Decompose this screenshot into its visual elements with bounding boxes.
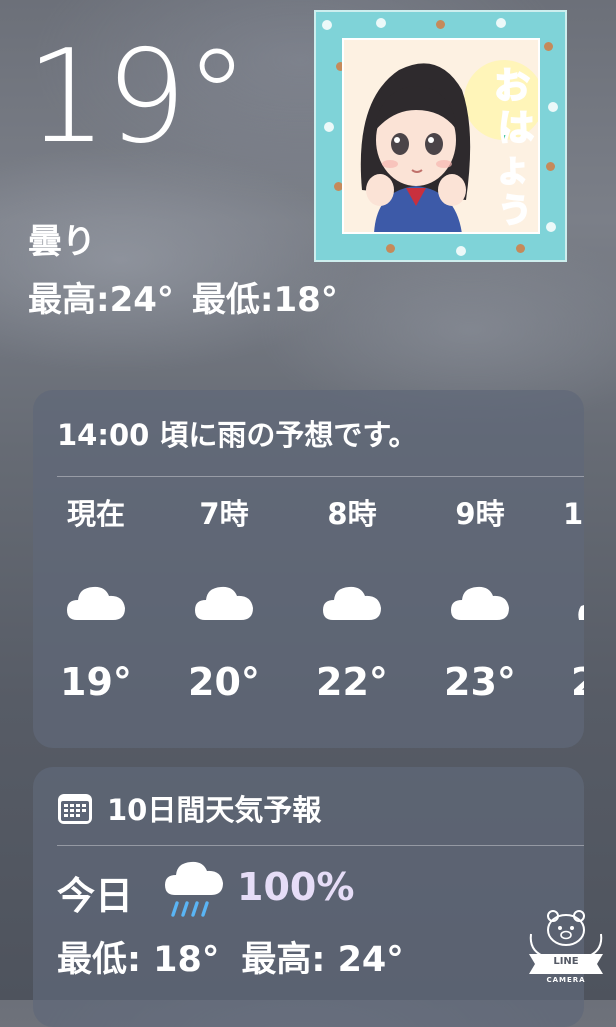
hourly-divider <box>57 476 584 477</box>
hour-label: 8時 <box>327 497 377 531</box>
bear-icon: LINE CAMERA <box>529 910 603 984</box>
line-camera-watermark: LINE CAMERA <box>523 904 609 984</box>
current-temperature: 19° <box>26 23 249 172</box>
high-temperature: 最高:24° <box>28 280 174 320</box>
ten-day-divider <box>57 845 584 846</box>
rain-icon <box>165 861 223 917</box>
day-low: 最低: 18° <box>57 940 220 980</box>
cloud-icon <box>578 605 584 620</box>
day-low-high: 最低: 18° 最高: 24° <box>57 931 426 982</box>
greeting-sticker: お は よ う <box>314 10 567 262</box>
ten-day-title: 10日間天気予報 <box>107 793 322 827</box>
hour-item: 8時 22° <box>307 494 397 704</box>
svg-text:お: お <box>494 66 530 107</box>
day-label: 今日 <box>57 874 134 918</box>
precipitation-chance: 100% <box>237 865 355 909</box>
high-low: 最高:24° 最低:18° <box>28 272 356 321</box>
hourly-scroller[interactable]: 現在 19° 7時 20° 8時 22° 9時 23° 1 2 <box>33 494 584 734</box>
svg-text:は: は <box>498 108 534 149</box>
svg-text:う: う <box>498 191 532 231</box>
svg-text:よ: よ <box>498 155 528 190</box>
hour-item: 9時 23° <box>435 494 525 704</box>
hour-temp: 23° <box>444 660 516 704</box>
cloud-icon <box>323 586 381 620</box>
ten-day-forecast-card[interactable]: 10日間天気予報 今日 100% 最低: 18° 最高: 24° <box>33 767 584 1027</box>
ten-day-header: 10日間天気予報 <box>57 787 321 829</box>
low-temperature: 最低:18° <box>191 280 338 320</box>
hour-label: 7時 <box>199 497 249 531</box>
hour-item: 現在 19° <box>51 494 141 704</box>
watermark-line: LINE <box>553 956 578 967</box>
hourly-forecast-card[interactable]: 14:00 頃に雨の予想です。 現在 19° 7時 20° 8時 22° 9時 … <box>33 390 584 748</box>
cloud-icon <box>67 586 125 620</box>
day-high: 最高: 24° <box>241 940 404 980</box>
cloud-icon <box>451 586 509 620</box>
hour-temp: 22° <box>316 660 388 704</box>
watermark-camera: CAMERA <box>546 976 585 984</box>
hour-item: 7時 20° <box>179 494 269 704</box>
hour-item: 1 2 <box>547 494 584 704</box>
hour-label: 1 <box>563 497 584 531</box>
current-condition: 曇り <box>28 222 96 262</box>
calendar-icon <box>58 794 92 824</box>
sticker-illustration: お は よ う <box>342 38 540 234</box>
hour-temp: 19° <box>60 660 132 704</box>
hour-label: 現在 <box>66 497 125 531</box>
rain-summary: 14:00 頃に雨の予想です。 <box>57 418 418 452</box>
hour-temp: 2 <box>547 660 584 704</box>
cloud-icon <box>195 586 253 620</box>
girl-illustration: お は よ う <box>344 40 538 232</box>
hour-temp: 20° <box>188 660 260 704</box>
hour-label: 9時 <box>455 497 505 531</box>
